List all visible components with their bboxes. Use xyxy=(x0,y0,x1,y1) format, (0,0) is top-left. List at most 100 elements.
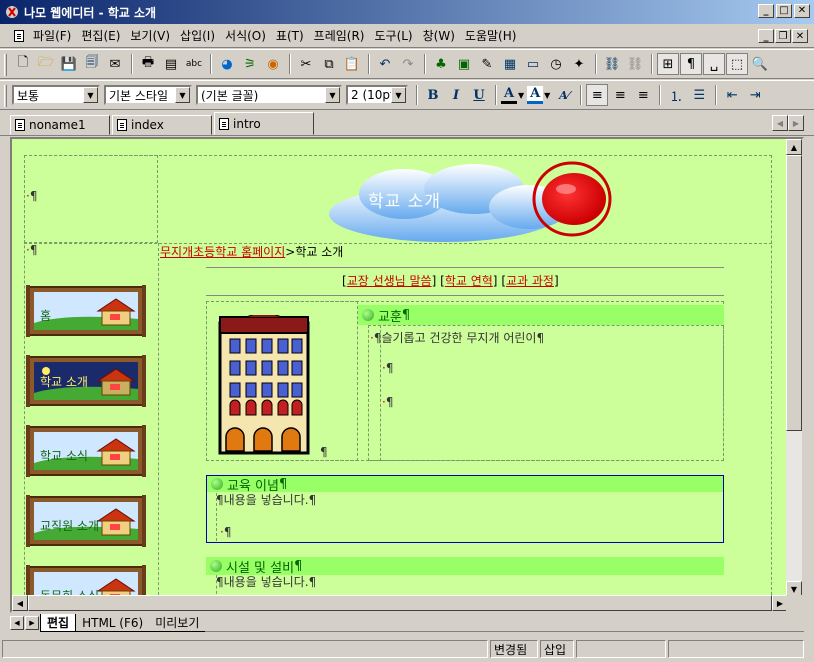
unlink-icon[interactable]: ⛓ xyxy=(624,53,646,75)
clock-icon[interactable]: ◷ xyxy=(545,53,567,75)
minimize-icon[interactable]: _ xyxy=(758,4,774,18)
tab-scroll-left-icon[interactable]: ◀ xyxy=(772,115,788,131)
spellcheck-icon[interactable]: abc xyxy=(183,53,205,75)
menu-edit[interactable]: 편집(E) xyxy=(76,27,125,44)
link-school-history[interactable]: 학교 연혁 xyxy=(445,274,493,288)
tab-html[interactable]: HTML (F6) xyxy=(76,614,150,632)
link-principal-message[interactable]: 교장 선생님 말씀 xyxy=(347,274,432,288)
align-center-icon[interactable]: ≡ xyxy=(609,84,631,106)
paragraph-style-select[interactable]: 보통 ▼ xyxy=(12,85,100,105)
open-folder-icon[interactable]: 🗁 xyxy=(35,53,57,75)
menu-tools[interactable]: 도구(L) xyxy=(369,27,417,44)
scroll-thumb[interactable] xyxy=(28,595,772,611)
show-space-icon[interactable]: ␣ xyxy=(703,53,725,75)
menu-insert[interactable]: 삽입(I) xyxy=(175,27,220,44)
breadcrumb-home-link[interactable]: 무지개초등학교 홈페이지 xyxy=(160,245,285,259)
chevron-down-icon[interactable]: ▼ xyxy=(175,87,190,103)
menu-frame[interactable]: 프레임(R) xyxy=(309,27,370,44)
bullet-list-icon[interactable]: ☰ xyxy=(688,84,710,106)
undo-icon[interactable]: ↶ xyxy=(374,53,396,75)
vertical-scrollbar[interactable]: ▲ ▼ xyxy=(786,139,802,597)
view-tab-prev-icon[interactable]: ◀ xyxy=(10,616,24,630)
insert-frame-icon[interactable]: ▭ xyxy=(522,53,544,75)
italic-button[interactable]: I xyxy=(445,84,467,106)
doc-close-icon[interactable]: ✕ xyxy=(792,29,808,43)
maximize-icon[interactable]: □ xyxy=(776,4,792,18)
indent-icon[interactable]: ⇥ xyxy=(744,84,766,106)
close-icon[interactable]: ✕ xyxy=(794,4,810,18)
tab-index[interactable]: index xyxy=(112,115,212,135)
font-select[interactable]: (기본 글꼴) ▼ xyxy=(196,85,342,105)
clear-format-icon[interactable]: A⁄ xyxy=(553,84,575,106)
save-icon[interactable]: 💾 xyxy=(58,53,80,75)
nav-button-home[interactable]: 홈 xyxy=(26,283,146,339)
show-table-lines-icon[interactable]: ⊞ xyxy=(657,53,679,75)
menu-file[interactable]: 파일(F) xyxy=(28,27,76,44)
cut-icon[interactable]: ✂ xyxy=(295,53,317,75)
link-icon[interactable]: ⛓ xyxy=(601,53,623,75)
show-frame-icon[interactable]: ⬚ xyxy=(726,53,748,75)
new-file-icon[interactable]: 🗋 xyxy=(12,53,34,75)
font-size-select[interactable]: 2 (10pt) ▼ xyxy=(346,85,408,105)
status-cell xyxy=(668,640,804,658)
horizontal-scrollbar[interactable]: ◀ ▶ xyxy=(12,595,788,611)
title-bar[interactable]: 나모 웹에디터 - 학교 소개 _ □ ✕ xyxy=(0,0,814,24)
paragraph-mark: ¶ xyxy=(320,445,328,459)
outdent-icon[interactable]: ⇤ xyxy=(721,84,743,106)
numbered-list-icon[interactable]: ⒈ xyxy=(665,84,687,106)
paste-icon[interactable]: 📋 xyxy=(341,53,363,75)
redo-icon[interactable]: ↷ xyxy=(397,53,419,75)
doc-minimize-icon[interactable]: _ xyxy=(758,29,774,43)
align-right-icon[interactable]: ≡ xyxy=(632,84,654,106)
chevron-down-icon[interactable]: ▼ xyxy=(325,87,340,103)
print-icon[interactable]: 🖶 xyxy=(137,53,159,75)
align-left-icon[interactable]: ≡ xyxy=(586,84,609,106)
scroll-left-icon[interactable]: ◀ xyxy=(12,595,28,611)
menu-help[interactable]: 도움말(H) xyxy=(460,27,522,44)
publish-icon[interactable]: ◕ xyxy=(216,53,238,75)
pilcrow-icon[interactable]: ¶ xyxy=(680,53,702,75)
scroll-thumb[interactable] xyxy=(786,155,802,431)
copy-icon[interactable]: ⧉ xyxy=(318,53,340,75)
tab-scroll-right-icon[interactable]: ▶ xyxy=(788,115,804,131)
menu-window[interactable]: 창(W) xyxy=(418,27,460,44)
bold-button[interactable]: B xyxy=(422,84,444,106)
underline-button[interactable]: U xyxy=(468,84,490,106)
motto-title: 교훈 xyxy=(378,309,402,325)
browser-preview-icon[interactable]: ◉ xyxy=(262,53,284,75)
insert-table-icon[interactable]: ▦ xyxy=(499,53,521,75)
font-color-button[interactable]: A xyxy=(501,86,517,104)
document-menu-icon[interactable] xyxy=(14,29,24,42)
highlight-color-button[interactable]: A xyxy=(527,86,544,104)
school-building-image[interactable] xyxy=(216,315,312,455)
sitemap-icon[interactable]: ⚞ xyxy=(239,53,261,75)
tree-icon[interactable]: ♣ xyxy=(430,53,452,75)
nav-button-news[interactable]: 학교 소식 xyxy=(26,423,146,479)
nav-button-about[interactable]: 학교 소개 xyxy=(26,353,146,409)
tab-noname1[interactable]: noname1 xyxy=(10,115,110,135)
chevron-down-icon[interactable]: ▼ xyxy=(518,91,524,100)
editor-canvas[interactable]: ·¶ ·¶ 학교 소개 무지개초등학교 홈페이지>학교 소개 [교장 선생님 말… xyxy=(10,137,804,613)
chevron-down-icon[interactable]: ▼ xyxy=(544,91,550,100)
link-curriculum[interactable]: 교과 과정 xyxy=(506,274,554,288)
save-all-icon[interactable]: 🗐 xyxy=(81,53,103,75)
chevron-down-icon[interactable]: ▼ xyxy=(83,87,98,103)
tab-edit[interactable]: 편집 xyxy=(40,614,77,632)
scroll-up-icon[interactable]: ▲ xyxy=(786,139,802,155)
menu-format[interactable]: 서식(O) xyxy=(220,27,271,44)
chevron-down-icon[interactable]: ▼ xyxy=(391,87,406,103)
zoom-icon[interactable]: 🔍 xyxy=(749,53,771,75)
view-tab-next-icon[interactable]: ▶ xyxy=(25,616,39,630)
tab-preview[interactable]: 미리보기 xyxy=(149,614,206,632)
insert-form-icon[interactable]: ✎ xyxy=(476,53,498,75)
menu-view[interactable]: 보기(V) xyxy=(125,27,175,44)
nav-button-staff[interactable]: 교직원 소개 xyxy=(26,493,146,549)
doc-restore-icon[interactable]: ❐ xyxy=(775,29,791,43)
menu-table[interactable]: 표(T) xyxy=(271,27,309,44)
insert-image-icon[interactable]: ▣ xyxy=(453,53,475,75)
magic-wand-icon[interactable]: ✦ xyxy=(568,53,590,75)
style-select[interactable]: 기본 스타일 ▼ xyxy=(104,85,192,105)
tab-intro[interactable]: intro xyxy=(214,112,314,135)
mail-icon[interactable]: ✉ xyxy=(104,53,126,75)
preview-icon[interactable]: ▤ xyxy=(160,53,182,75)
